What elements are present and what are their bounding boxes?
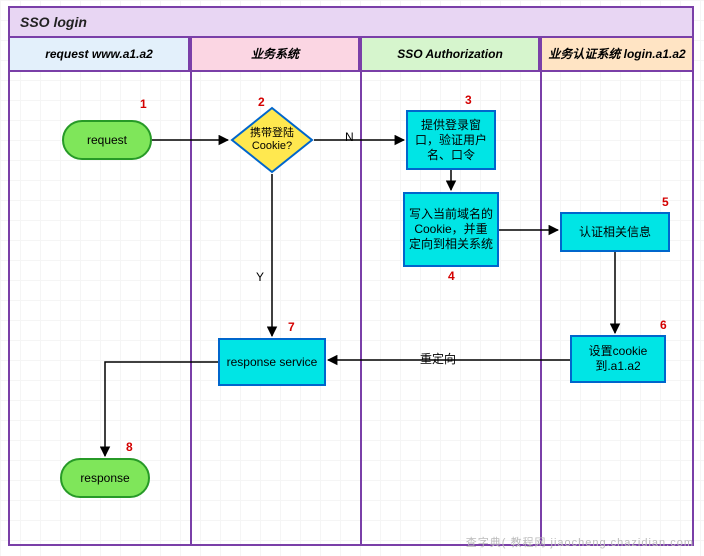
flow-edges <box>0 0 704 556</box>
watermark: 查字典( 教程网 jiaocheng.chazidian.com <box>466 534 694 550</box>
node-label: 携带登陆Cookie? <box>230 127 314 153</box>
